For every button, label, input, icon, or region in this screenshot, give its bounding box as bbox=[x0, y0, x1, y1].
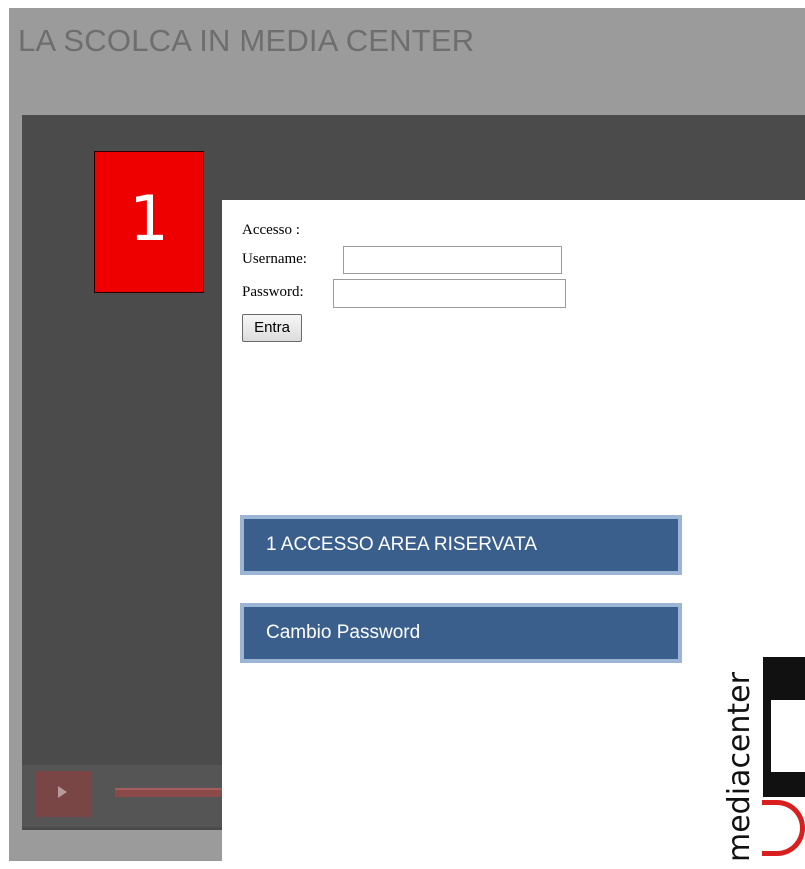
callout-change-password: Cambio Password bbox=[240, 603, 682, 663]
logo-mark-cutout bbox=[771, 700, 805, 772]
site-title: LA SCOLCA IN MEDIA CENTER bbox=[18, 23, 475, 58]
play-icon[interactable] bbox=[58, 786, 67, 798]
enter-button[interactable]: Entra bbox=[242, 314, 302, 342]
password-label: Password: bbox=[242, 284, 304, 300]
username-input[interactable] bbox=[343, 246, 562, 274]
login-heading: Accesso : bbox=[242, 222, 300, 238]
step-badge-number: 1 bbox=[129, 182, 169, 255]
logo-text: mediacenter bbox=[722, 672, 757, 862]
username-label: Username: bbox=[242, 251, 307, 267]
step-badge: 1 bbox=[94, 151, 204, 293]
seek-bar[interactable] bbox=[115, 788, 225, 797]
password-input[interactable] bbox=[333, 279, 566, 308]
callout-reserved-area: 1 ACCESSO AREA RISERVATA bbox=[240, 515, 682, 575]
